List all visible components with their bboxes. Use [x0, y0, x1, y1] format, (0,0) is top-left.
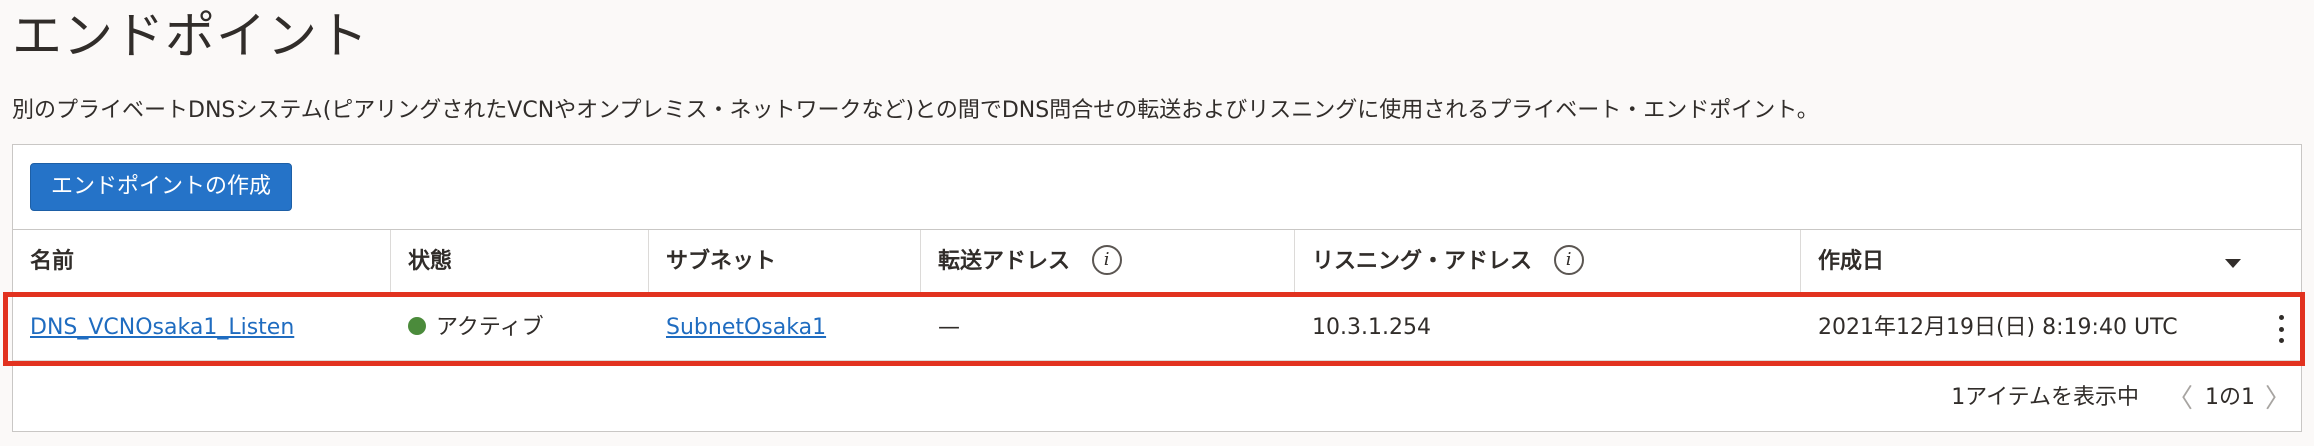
column-header-state[interactable]: 状態	[391, 230, 649, 295]
column-header-listen-address[interactable]: リスニング・アドレス i	[1295, 230, 1801, 295]
column-header-forward-address[interactable]: 転送アドレス i	[921, 230, 1295, 295]
column-header-created-label: 作成日	[1818, 249, 1885, 274]
chevron-left-icon[interactable]: 〈	[2167, 386, 2193, 412]
info-icon[interactable]: i	[1091, 245, 1122, 275]
subnet-link[interactable]: SubnetOsaka1	[666, 315, 826, 340]
endpoint-name-cell: DNS_VCNOsaka1_Listen	[13, 295, 391, 361]
status-dot-icon	[408, 317, 426, 335]
endpoints-panel: エンドポイントの作成 名前 状態 サブネット 転送アドレス i リスニング・アド…	[12, 144, 2302, 432]
column-header-name[interactable]: 名前	[13, 230, 391, 295]
toolbar: エンドポイントの作成	[13, 145, 2301, 229]
created-date-cell: 2021年12月19日(日) 8:19:40 UTC	[1818, 315, 2178, 340]
status-label: アクティブ	[436, 315, 544, 340]
table-footer: 1アイテムを表示中 〈 1の1 〉	[13, 361, 2301, 433]
info-icon[interactable]: i	[1553, 245, 1584, 275]
endpoint-name-link[interactable]: DNS_VCNOsaka1_Listen	[30, 315, 294, 340]
forward-address-cell: —	[938, 315, 960, 340]
create-endpoint-button[interactable]: エンドポイントの作成	[30, 163, 293, 211]
sort-down-icon[interactable]	[2225, 259, 2241, 268]
column-header-listen-address-label: リスニング・アドレス	[1312, 249, 1533, 274]
column-header-forward-address-label: 転送アドレス	[938, 249, 1071, 274]
column-header-state-label: 状態	[408, 249, 453, 274]
page-indicator: 1の1	[2205, 385, 2255, 410]
endpoint-subnet-cell: SubnetOsaka1	[649, 295, 921, 361]
column-header-subnet[interactable]: サブネット	[649, 230, 921, 295]
item-count-text: 1アイテムを表示中	[1951, 385, 2139, 410]
table-header: 名前 状態 サブネット 転送アドレス i リスニング・アドレス i 作成日	[13, 229, 2301, 295]
column-header-name-label: 名前	[30, 249, 75, 274]
page-title: エンドポイント	[12, 7, 369, 65]
row-actions-menu-icon[interactable]	[2275, 315, 2287, 343]
page-description: 別のプライベートDNSシステム(ピアリングされたVCNやオンプレミス・ネットワー…	[12, 98, 1819, 123]
endpoint-state-cell: アクティブ	[391, 295, 649, 361]
column-header-created[interactable]: 作成日	[1801, 230, 2301, 295]
endpoints-table: 名前 状態 サブネット 転送アドレス i リスニング・アドレス i 作成日 DN…	[13, 229, 2301, 361]
chevron-right-icon[interactable]: 〉	[2265, 386, 2291, 412]
table-row: DNS_VCNOsaka1_Listen アクティブ SubnetOsaka1 …	[13, 295, 2301, 361]
listen-address-cell: 10.3.1.254	[1312, 315, 1431, 340]
column-header-subnet-label: サブネット	[666, 249, 777, 274]
